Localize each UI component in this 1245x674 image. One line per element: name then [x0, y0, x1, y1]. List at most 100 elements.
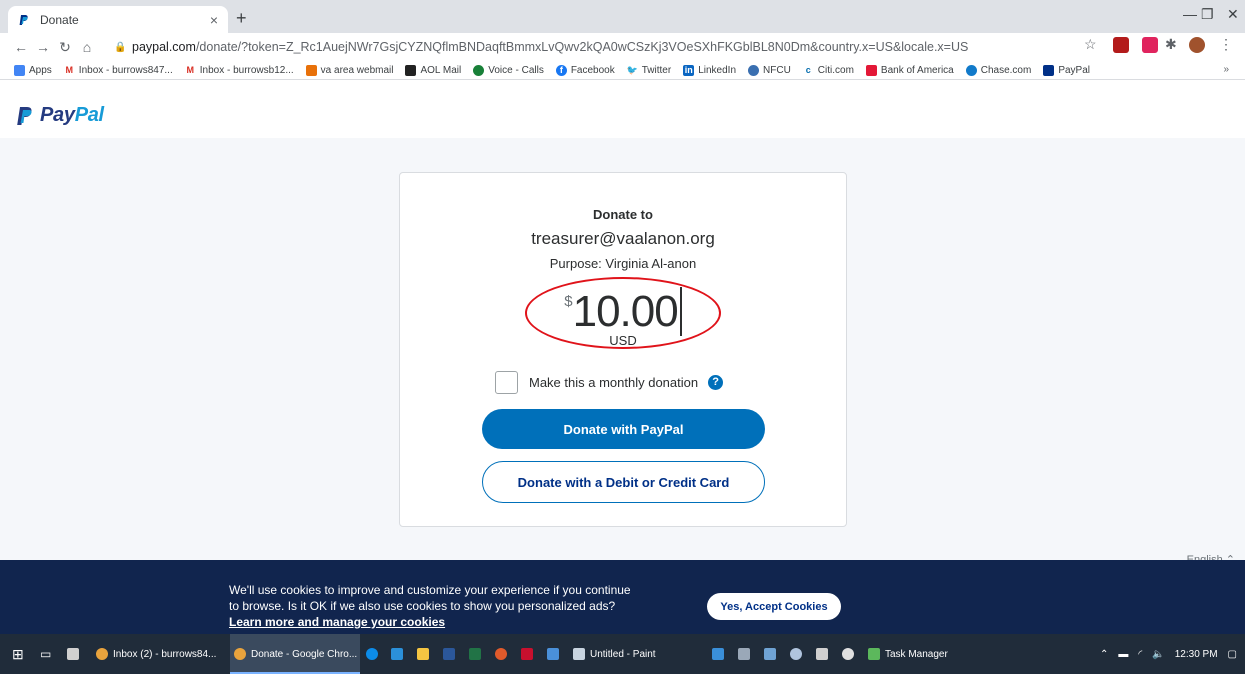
taskbar-item-paint[interactable]: Untitled - Paint: [573, 634, 656, 674]
taskbar-item-donate[interactable]: Donate - Google Chro...: [230, 634, 360, 674]
taskbar-item-task-manager[interactable]: Task Manager: [868, 634, 948, 674]
extensions-puzzle-icon[interactable]: ✱: [1165, 36, 1181, 52]
linkedin-icon: in: [683, 64, 695, 76]
bookmark-item[interactable]: AOL Mail: [405, 64, 461, 76]
monthly-donation-checkbox[interactable]: [495, 371, 518, 394]
aol-icon: [405, 64, 417, 76]
monthly-donation-label[interactable]: Make this a monthly donation: [529, 375, 698, 390]
volume-icon[interactable]: 🔈: [1152, 649, 1164, 660]
taskbar-app-icon[interactable]: [738, 634, 755, 674]
boa-icon: [865, 64, 877, 76]
cookie-message: We'll use cookies to improve and customi…: [229, 582, 699, 630]
chrome-menu-icon[interactable]: ⋮: [1219, 36, 1235, 52]
bookmark-item[interactable]: Bank of America: [865, 64, 954, 76]
taskbar-app-icon[interactable]: [764, 634, 781, 674]
pocket-extension-icon[interactable]: [1142, 37, 1158, 53]
windows-start-icon[interactable]: ⊞: [12, 634, 24, 674]
mail-icon[interactable]: [547, 634, 564, 674]
edge-icon[interactable]: [366, 634, 383, 674]
url-host: paypal.com: [132, 40, 196, 54]
home-icon[interactable]: ⌂: [76, 39, 98, 55]
forward-icon[interactable]: →: [32, 39, 54, 55]
bookmark-item[interactable]: M Inbox - burrows847...: [64, 65, 173, 76]
taskbar-item-inbox[interactable]: Inbox (2) - burrows84...: [96, 634, 226, 674]
donate-with-paypal-button[interactable]: Donate with PayPal: [482, 409, 765, 449]
citi-icon: c: [805, 64, 811, 75]
accept-cookies-button[interactable]: Yes, Accept Cookies: [707, 593, 841, 620]
reload-icon[interactable]: ↻: [54, 39, 76, 56]
cookie-message-line: We'll use cookies to improve and customi…: [229, 583, 631, 597]
more-bookmarks-icon[interactable]: »: [1223, 64, 1229, 75]
store-icon[interactable]: [67, 634, 84, 674]
lock-icon: 🔒: [114, 41, 127, 53]
taskbar-app-icon[interactable]: [842, 634, 859, 674]
windows-taskbar: ⊞ ▭ Inbox (2) - burrows84... Donate - Go…: [0, 634, 1245, 674]
ie-icon[interactable]: [391, 634, 408, 674]
bookmark-item[interactable]: Voice - Calls: [473, 64, 544, 76]
paypal-wordmark: PayPal: [40, 104, 104, 126]
help-icon[interactable]: ?: [708, 375, 724, 390]
bookmark-item[interactable]: NFCU: [748, 64, 791, 76]
taskbar-app-icon[interactable]: [712, 634, 729, 674]
bookmark-item[interactable]: c Citi.com: [803, 65, 854, 76]
minimize-icon[interactable]: —: [1183, 6, 1197, 22]
apps-grid-icon: [14, 64, 25, 76]
donation-card: Donate to treasurer@vaalanon.org Purpose…: [399, 172, 847, 527]
paint-icon: [573, 648, 585, 660]
bookmark-item[interactable]: f Facebook: [555, 64, 615, 76]
bookmark-item[interactable]: va area webmail: [305, 64, 393, 76]
facebook-icon: f: [555, 64, 567, 76]
bookmark-star-icon[interactable]: ☆: [1084, 36, 1100, 52]
bookmark-item[interactable]: M Inbox - burrowsb12...: [185, 65, 293, 76]
monthly-donation-row: Make this a monthly donation ?: [495, 371, 724, 394]
cookie-message-line: to browse. Is it OK if we also use cooki…: [229, 599, 616, 613]
bookmark-item[interactable]: PayPal: [1043, 64, 1090, 76]
donate-with-card-button[interactable]: Donate with a Debit or Credit Card: [482, 461, 765, 503]
taskbar-app-icon[interactable]: [816, 634, 833, 674]
wifi-icon[interactable]: ◜: [1138, 649, 1142, 660]
nfcu-icon: [748, 64, 760, 76]
quicken-icon[interactable]: [521, 634, 538, 674]
close-window-icon[interactable]: ✕: [1227, 6, 1239, 23]
word-icon[interactable]: [443, 634, 460, 674]
bookmark-item[interactable]: 🐦 Twitter: [627, 65, 671, 76]
chase-icon: [965, 64, 977, 76]
back-icon[interactable]: ←: [10, 39, 32, 55]
paypal-favicon-icon: [19, 14, 28, 25]
address-bar[interactable]: 🔒 paypal.com/donate/?token=Z_Rc1AuejNWr7…: [114, 35, 1204, 59]
paypal-icon: [1043, 64, 1055, 76]
acrobat-extension-icon[interactable]: [1113, 37, 1129, 53]
battery-icon[interactable]: ▬: [1118, 649, 1128, 660]
browser-toolbar: ← → ↻ ⌂ 🔒 paypal.com/donate/?token=Z_Rc1…: [0, 33, 1245, 61]
taskbar-app-icon[interactable]: [790, 634, 807, 674]
paypal-header: PayPal: [0, 80, 1245, 138]
donate-to-heading: Donate to: [593, 207, 653, 222]
chrome-icon: [96, 648, 108, 660]
paypal-logo[interactable]: PayPal: [16, 104, 104, 127]
webmail-icon: [305, 64, 317, 76]
bookmark-item[interactable]: in LinkedIn: [683, 64, 736, 76]
close-tab-icon[interactable]: ×: [210, 12, 218, 28]
task-manager-icon: [868, 648, 880, 660]
app-icon[interactable]: [495, 634, 512, 674]
url-path: /donate/?token=Z_Rc1AuejNWr7GsjCYZNQflmB…: [195, 40, 969, 54]
file-explorer-icon[interactable]: [417, 634, 434, 674]
manage-cookies-link[interactable]: Learn more and manage your cookies: [229, 614, 699, 630]
show-hidden-icons-icon[interactable]: ⌃: [1100, 649, 1108, 660]
bookmark-item[interactable]: Chase.com: [965, 64, 1031, 76]
clock[interactable]: 12:30 PM: [1175, 649, 1218, 660]
new-tab-button[interactable]: +: [236, 8, 247, 29]
browser-tab-strip: Donate × + — ❐ ✕: [0, 0, 1245, 33]
paypal-mark-icon: [17, 106, 32, 125]
task-view-icon[interactable]: ▭: [40, 634, 51, 674]
cookie-banner: We'll use cookies to improve and customi…: [0, 560, 1245, 634]
maximize-icon[interactable]: ❐: [1201, 6, 1214, 23]
twitter-icon: 🐦: [626, 64, 638, 75]
notifications-icon[interactable]: ▢: [1228, 649, 1237, 660]
bookmark-item[interactable]: Apps: [14, 64, 52, 76]
system-tray: ⌃ ▬ ◜ 🔈 12:30 PM ▢: [1090, 634, 1237, 674]
tab-donate[interactable]: Donate ×: [8, 6, 228, 33]
profile-avatar[interactable]: [1189, 37, 1205, 53]
excel-icon[interactable]: [469, 634, 486, 674]
donation-purpose: Purpose: Virginia Al-anon: [549, 256, 697, 271]
